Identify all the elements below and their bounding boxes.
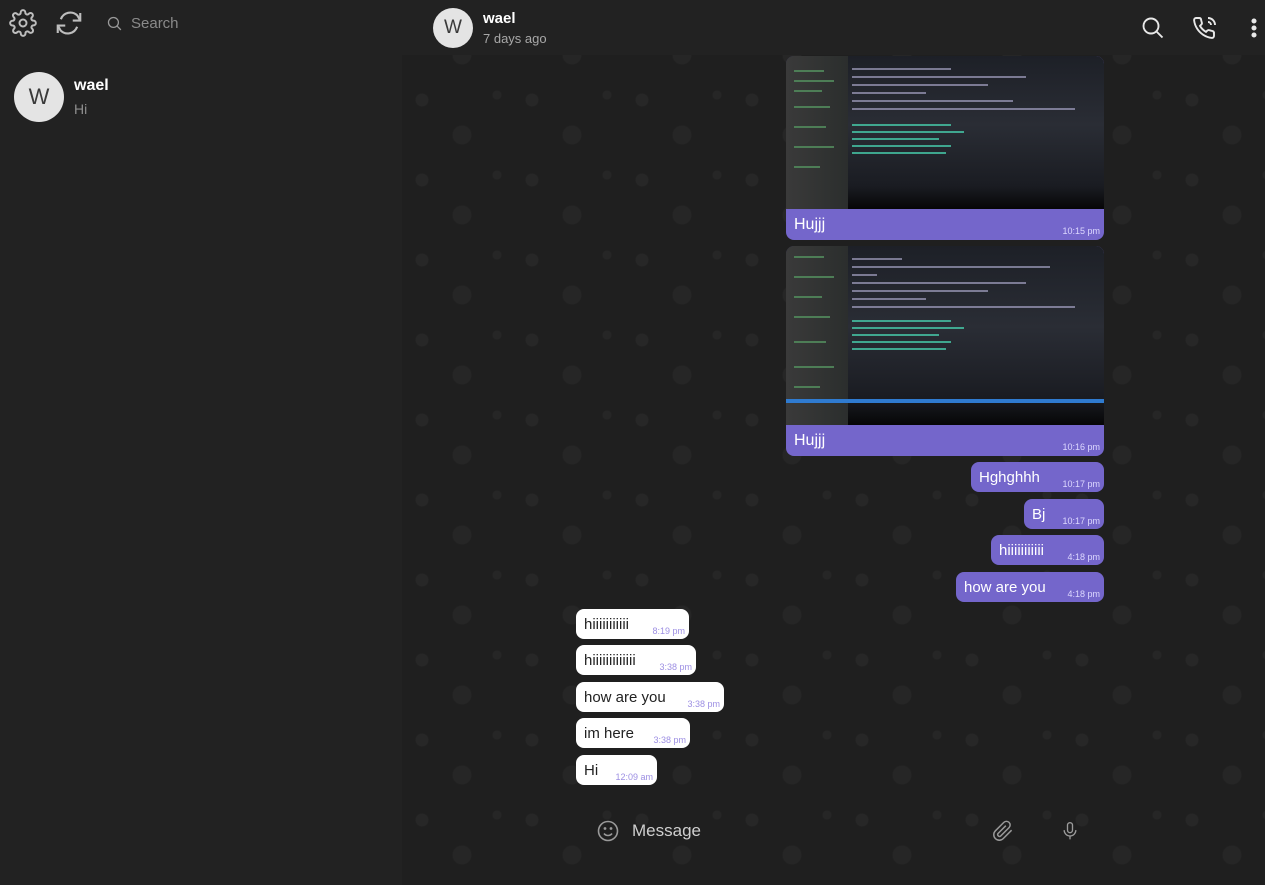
caption-text: Hujjj <box>794 431 826 449</box>
search-bar <box>106 8 366 38</box>
chat-preview: Hi <box>74 101 88 117</box>
incoming-message[interactable]: Hi 12:09 am <box>576 755 657 785</box>
incoming-message[interactable]: hiiiiiiiiiiiii 3:38 pm <box>576 645 696 675</box>
message-time: 10:17 pm <box>1062 516 1100 526</box>
image-message[interactable]: Hujjj 10:15 pm <box>786 56 1104 240</box>
message-text: im here <box>584 724 635 742</box>
outgoing-message[interactable]: hiiiiiiiiiii 4:18 pm <box>991 535 1104 565</box>
message-time: 4:18 pm <box>1067 552 1100 562</box>
more-vertical-icon[interactable] <box>1249 17 1259 39</box>
sidebar-topbar <box>0 0 402 46</box>
message-text: Bj <box>1032 505 1046 523</box>
message-text: hiiiiiiiiiii <box>999 541 1044 559</box>
message-time: 4:18 pm <box>1067 589 1100 599</box>
avatar: W <box>14 72 64 122</box>
chat-panel: W wael 7 days ago Hujjj 10:15 pm Hujjj 1… <box>402 0 1265 885</box>
sidebar: W wael Hi <box>0 0 402 885</box>
message-time: 3:38 pm <box>653 735 686 745</box>
chat-header: W wael 7 days ago <box>402 0 1265 55</box>
message-time: 10:16 pm <box>1062 442 1100 452</box>
message-time: 3:38 pm <box>659 662 692 672</box>
search-icon[interactable] <box>106 15 123 32</box>
search-input[interactable] <box>131 14 351 32</box>
message-photo[interactable] <box>786 246 1104 425</box>
paperclip-icon[interactable] <box>992 820 1014 842</box>
message-text: hiiiiiiiiiiiii <box>584 651 636 669</box>
chat-name: wael <box>74 77 109 94</box>
incoming-message[interactable]: hiiiiiiiiiii 8:19 pm <box>576 609 689 639</box>
gear-icon[interactable] <box>9 9 37 37</box>
message-text: Hghghhh <box>979 468 1040 486</box>
outgoing-message[interactable]: Bj 10:17 pm <box>1024 499 1104 529</box>
last-seen-status: 7 days ago <box>483 30 547 46</box>
message-time: 10:17 pm <box>1062 479 1100 489</box>
chat-list-item[interactable]: W wael Hi <box>0 66 402 128</box>
image-message[interactable]: Hujjj 10:16 pm <box>786 246 1104 456</box>
message-photo[interactable] <box>786 56 1104 209</box>
incoming-message[interactable]: how are you 3:38 pm <box>576 682 724 712</box>
image-caption: Hujjj 10:15 pm <box>786 209 1104 240</box>
message-time: 12:09 am <box>615 772 653 782</box>
message-text: how are you <box>584 688 666 706</box>
outgoing-message[interactable]: how are you 4:18 pm <box>956 572 1104 602</box>
search-icon[interactable] <box>1141 16 1165 40</box>
message-composer <box>586 812 1106 850</box>
message-time: 10:15 pm <box>1062 226 1100 236</box>
message-text: how are you <box>964 578 1046 596</box>
message-input[interactable] <box>632 821 992 841</box>
message-text: Hi <box>584 761 599 779</box>
refresh-icon[interactable] <box>54 8 84 38</box>
message-text: hiiiiiiiiiii <box>584 615 629 633</box>
contact-name[interactable]: wael <box>483 10 547 27</box>
outgoing-message[interactable]: Hghghhh 10:17 pm <box>971 462 1104 492</box>
caption-text: Hujjj <box>794 215 826 233</box>
emoji-icon[interactable] <box>596 819 620 843</box>
message-time: 3:38 pm <box>687 699 720 709</box>
microphone-icon[interactable] <box>1060 820 1080 842</box>
image-caption: Hujjj 10:16 pm <box>786 425 1104 456</box>
header-avatar[interactable]: W <box>433 7 473 48</box>
phone-call-icon[interactable] <box>1193 16 1217 40</box>
header-actions <box>1141 0 1265 55</box>
incoming-message[interactable]: im here 3:38 pm <box>576 718 690 748</box>
message-time: 8:19 pm <box>652 626 685 636</box>
